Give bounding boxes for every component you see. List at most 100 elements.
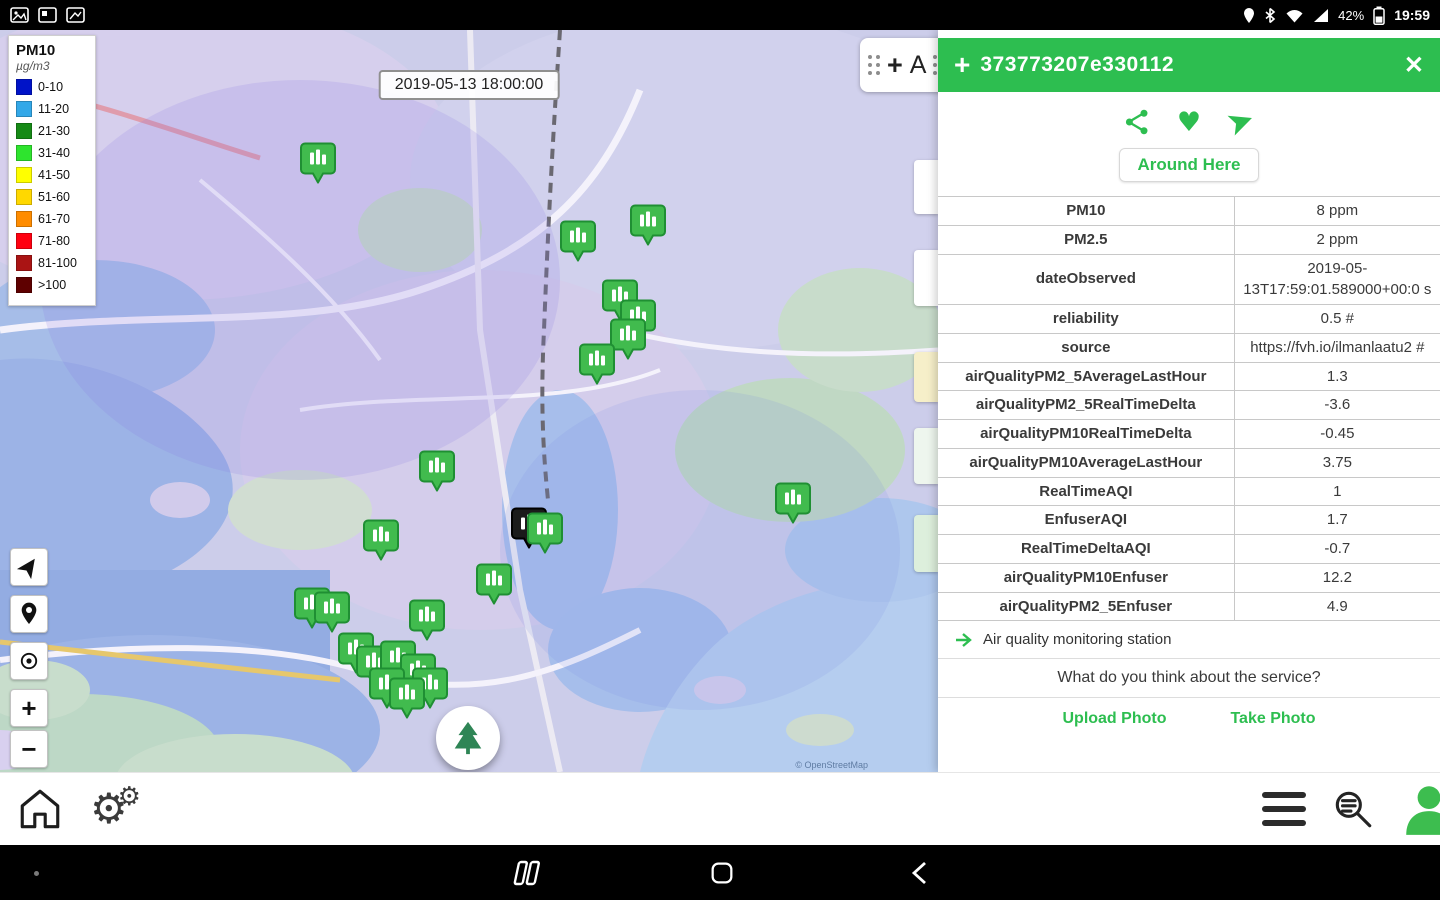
legend-label: 81-100 [38, 256, 77, 270]
zoom-in-button[interactable]: + [10, 689, 48, 727]
share-button[interactable] [1123, 108, 1151, 136]
legend-label: 21-30 [38, 124, 70, 138]
search-button[interactable] [1330, 786, 1376, 832]
attribute-value: 1.3 [1233, 361, 1440, 392]
my-location-button[interactable] [10, 548, 48, 586]
legend-color-swatch [16, 255, 32, 271]
drag-handle-icon[interactable] [868, 55, 880, 75]
photo-actions: Upload Photo Take Photo [938, 697, 1440, 740]
back-icon [911, 861, 926, 884]
back-button[interactable] [907, 859, 933, 887]
attribute-key: source [938, 332, 1235, 363]
legend-label: 31-40 [38, 146, 70, 160]
legend-item: 31-40 [16, 145, 88, 161]
attribute-key: airQualityPM10RealTimeDelta [938, 419, 1235, 449]
station-marker[interactable] [389, 677, 425, 724]
station-marker[interactable] [419, 450, 455, 497]
legend-color-swatch [16, 123, 32, 139]
close-icon[interactable]: ✕ [1404, 51, 1424, 80]
app-toolbar: ⚙ ⚙ [0, 772, 1440, 845]
hidden-card-edge [914, 160, 938, 214]
attribute-value: 1 [1233, 476, 1440, 507]
legend-item: 61-70 [16, 211, 88, 227]
table-row: airQualityPM10AverageLastHour 3.75 [938, 447, 1440, 478]
android-nav-bar [0, 845, 1440, 900]
map-timestamp: 2019-05-13 18:00:00 [378, 70, 560, 100]
recent-apps-button[interactable] [510, 858, 544, 888]
attribute-key: PM10 [938, 196, 1235, 226]
station-marker[interactable] [579, 343, 615, 390]
image-notification-icon [66, 7, 85, 23]
table-row: dateObserved 2019-05-13T17:59:01.589000+0… [938, 253, 1440, 305]
zoom-out-button[interactable]: − [10, 730, 48, 768]
add-icon[interactable]: + [954, 49, 970, 81]
legend-label: 41-50 [38, 168, 70, 182]
table-row: airQualityPM2_5Enfuser 4.9 [938, 591, 1440, 622]
legend-color-swatch [16, 277, 32, 293]
navigation-arrow-icon [16, 558, 35, 580]
attribute-value: https://fvh.io/ilmanlaatu2 # [1233, 332, 1440, 363]
gallery-icon [10, 7, 29, 23]
signal-icon [1314, 8, 1329, 22]
profile-button[interactable] [1400, 783, 1440, 835]
attribute-table: PM10 8 ppm PM2.5 2 ppm dateObserved 2019-05-1… [938, 196, 1440, 622]
around-here-button[interactable]: Around Here [1118, 148, 1260, 182]
home-nav-button[interactable] [708, 859, 736, 887]
table-row: PM2.5 2 ppm [938, 224, 1440, 255]
station-marker[interactable] [610, 318, 646, 365]
hidden-card-edge [914, 352, 938, 402]
station-type-label: Air quality monitoring station [983, 631, 1172, 649]
battery-percent: 42% [1338, 7, 1365, 23]
navigate-button[interactable] [1227, 108, 1255, 136]
center-target-button[interactable] [10, 642, 48, 680]
station-marker[interactable] [314, 591, 350, 638]
table-row: airQualityPM2_5RealTimeDelta -3.6 [938, 390, 1440, 420]
attribute-key: airQualityPM10Enfuser [938, 562, 1235, 593]
panel-header: + 373773207e330112 ✕ [938, 38, 1440, 92]
legend-label: 71-80 [38, 234, 70, 248]
hidden-card-edge [914, 250, 938, 306]
legend-color-swatch [16, 101, 32, 117]
settings-button[interactable]: ⚙ ⚙ [90, 784, 141, 830]
table-row: airQualityPM10Enfuser 12.2 [938, 562, 1440, 593]
menu-button[interactable] [1262, 792, 1306, 826]
home-button[interactable] [16, 787, 64, 831]
favorite-button[interactable]: ♥ [1177, 109, 1201, 136]
zoom-out-label: − [21, 734, 37, 764]
legend-unit: µg/m3 [16, 59, 50, 73]
attribute-key: airQualityPM10AverageLastHour [938, 447, 1235, 478]
share-icon [1125, 109, 1148, 135]
station-marker[interactable] [476, 563, 512, 610]
pine-tree-icon [454, 721, 482, 755]
station-marker[interactable] [560, 220, 596, 267]
station-marker[interactable] [775, 482, 811, 529]
attribute-value: 1.7 [1233, 505, 1440, 535]
table-row: source https://fvh.io/ilmanlaatu2 # [938, 332, 1440, 363]
station-marker[interactable] [630, 204, 666, 251]
legend-item: 51-60 [16, 189, 88, 205]
panel-actions: ♥ [938, 104, 1440, 140]
legend-label: >100 [38, 278, 67, 292]
station-marker[interactable] [300, 142, 336, 189]
legend-color-swatch [16, 211, 32, 227]
place-marker-button[interactable] [10, 595, 48, 633]
upload-photo-button[interactable]: Upload Photo [1062, 710, 1166, 728]
nature-layer-button[interactable] [436, 706, 500, 770]
attribute-key: airQualityPM2_5AverageLastHour [938, 361, 1235, 392]
table-row: airQualityPM10RealTimeDelta -0.45 [938, 419, 1440, 449]
status-bar: 42% 19:59 [0, 0, 1440, 30]
station-marker[interactable] [363, 519, 399, 566]
status-notification-icons [10, 7, 85, 23]
around-here-wrap: Around Here [938, 148, 1440, 182]
attribute-value: 12.2 [1233, 562, 1440, 593]
map[interactable]: PM10 µg/m3 0-10 11-20 21-30 31-40 41-50 51-60… [0, 30, 938, 772]
station-marker[interactable] [409, 599, 445, 646]
attribute-value: -0.45 [1233, 419, 1440, 449]
legend-item: 21-30 [16, 123, 88, 139]
take-photo-button[interactable]: Take Photo [1230, 710, 1315, 728]
table-row: airQualityPM2_5AverageLastHour 1.3 [938, 361, 1440, 392]
table-row: RealTimeDeltaAQI -0.7 [938, 534, 1440, 564]
station-marker[interactable] [527, 512, 563, 559]
legend-color-swatch [16, 189, 32, 205]
legend-color-swatch [16, 79, 32, 95]
